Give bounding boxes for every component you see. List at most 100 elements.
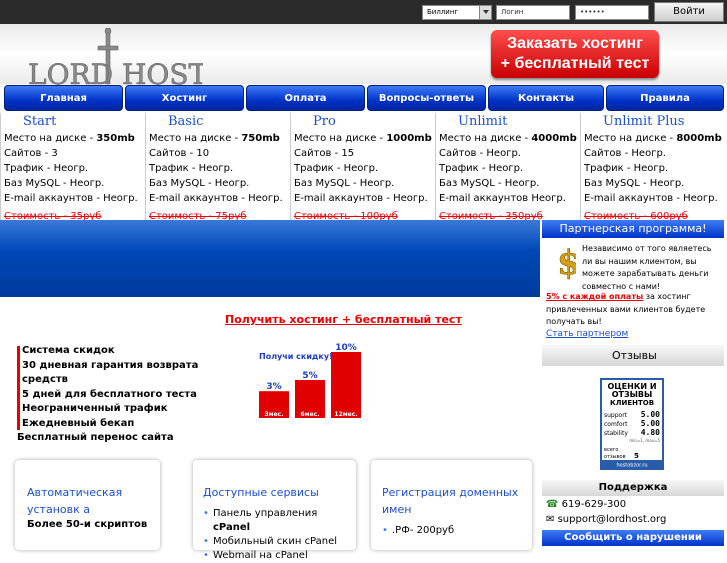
plan-name: Start: [23, 114, 57, 129]
plan-mysql: Баз MySQL - Неогр.: [4, 178, 105, 189]
order-banner-line2: + бесплатный тест: [500, 55, 650, 72]
password-input[interactable]: ••••••: [575, 5, 649, 20]
autoinstall-line: Более 50-и скриптов: [27, 519, 148, 530]
badge-comfort-value: 5.00: [641, 419, 660, 428]
feature-item: Ежедневный бекап: [22, 417, 135, 429]
autoinstall-title: Автоматическая установк а: [27, 486, 123, 516]
badge-comfort-label: comfort: [604, 421, 628, 428]
plan-mysql: Баз MySQL - Неогр.: [584, 178, 685, 189]
password-mask: ••••••: [580, 8, 605, 16]
get-hosting-link[interactable]: Получить хостинг + бесплатный тест: [225, 313, 462, 326]
feature-item: Система скидок: [22, 345, 115, 356]
badge-title-2: ОТЗЫВЫ: [612, 390, 653, 399]
chart-value-label: 10%: [335, 343, 357, 353]
badge-support-label: support: [604, 412, 628, 419]
top-bar: Биллинг Логин •••••• Войти: [0, 0, 727, 24]
plan-disk: Место на диске - 8000mb: [584, 133, 722, 144]
plan-start[interactable]: Start Место на диске - 350mb Сайтов - 3 …: [0, 113, 145, 220]
login-placeholder: Логин: [501, 8, 524, 16]
features-accent-bar: [17, 346, 20, 430]
plan-unlimit[interactable]: Unlimit Место на диске - 4000mb Сайтов -…: [435, 113, 580, 220]
svg-text:$: $: [557, 244, 576, 280]
nav-item-contacts[interactable]: Контакты: [488, 85, 604, 111]
plan-unlimit-plus[interactable]: Unlimit Plus Место на диске - 8000mb Сай…: [580, 113, 727, 220]
nav-item-payment[interactable]: Оплата: [246, 85, 365, 111]
badge-scale: min=1, max=5: [629, 438, 660, 443]
partner-description: Независимо от того являетесь ли вы нашим…: [582, 244, 712, 291]
plan-price: Стоимость - 600руб: [584, 211, 688, 220]
chart-category-label: 6мес.: [301, 411, 320, 418]
plan-traffic: Трафик - Неогр.: [294, 163, 379, 174]
chart-title: Получи скидку!: [259, 352, 333, 361]
services-list: Панель управления cPanel Мобильный скин …: [203, 507, 356, 563]
billing-select[interactable]: Биллинг: [422, 5, 492, 20]
chevron-down-icon[interactable]: [479, 6, 491, 19]
badge-footer: hostobzor.ru: [616, 463, 647, 469]
plan-price: Стоимость - 75руб: [149, 211, 247, 220]
plan-sites: Сайтов - Неогр.: [584, 148, 666, 159]
plan-email: E-mail аккаунтов Неогр.: [439, 193, 566, 204]
service-item[interactable]: Webmail на cPanel: [203, 549, 356, 563]
plan-name: Unlimit: [458, 114, 508, 129]
plan-traffic: Трафик - Неогр.: [4, 163, 89, 174]
badge-stability-value: 4.80: [641, 428, 660, 437]
plan-email: E-mail аккаунтов - Неогр.: [149, 193, 283, 204]
reviews-title: Отзывы: [542, 345, 724, 366]
badge-count-value: 5: [634, 452, 639, 460]
service-item[interactable]: Панель управления cPanel: [203, 507, 356, 535]
badge-count-label: всего: [604, 447, 618, 453]
badge-stability-label: stability: [604, 430, 628, 437]
service-item[interactable]: Мобильный скин cPanel: [203, 535, 356, 549]
logo-text: LORD HOST: [28, 58, 203, 88]
services-box[interactable]: Доступные сервисы Панель управления cPan…: [193, 460, 356, 563]
main-nav: Главная Хостинг Оплата Вопросы-ответы Ко…: [4, 85, 724, 111]
domain-item[interactable]: .РФ- 200руб: [382, 524, 532, 538]
chart-value-label: 3%: [266, 382, 281, 392]
plan-pro[interactable]: Pro Место на диске - 1000mb Сайтов - 15 …: [290, 113, 435, 220]
plan-traffic: Трафик - Неогр.: [584, 163, 669, 174]
feature-item: 5 дней для бесплатного теста: [22, 388, 197, 400]
plan-sites: Сайтов - 10: [149, 148, 210, 159]
nav-item-rules[interactable]: Правила: [606, 85, 724, 111]
domains-title: Регистрация доменных имен: [382, 486, 519, 516]
features-list: Система скидок 30 дневная гарантия возвр…: [17, 344, 202, 446]
become-partner-link[interactable]: Стать партнером: [546, 329, 628, 339]
autoinstall-box[interactable]: Автоматическая установк а Более 50-и скр…: [15, 460, 160, 550]
support-phone: ☎ 619-629-300: [546, 499, 627, 510]
plan-traffic: Трафик - Неогр.: [439, 163, 524, 174]
plan-price: Стоимость - 100руб: [294, 211, 398, 220]
partner-commission[interactable]: 5% с каждой оплаты: [546, 292, 643, 301]
login-input[interactable]: Логин: [496, 5, 570, 20]
badge-title-3: КЛИЕНТОВ: [610, 399, 654, 407]
plan-traffic: Трафик - Неогр.: [149, 163, 234, 174]
plan-email: E-mail аккаунтов - Неогр.: [294, 193, 428, 204]
plan-price: Стоимость - 35руб: [4, 211, 102, 220]
support-email[interactable]: ✉ support@lordhost.org: [546, 513, 666, 527]
phone-icon: ☎: [546, 499, 559, 510]
login-button[interactable]: Войти: [654, 2, 724, 22]
dollar-icon: $: [557, 244, 576, 280]
plan-email: E-mail аккаунтов - Неогр.: [584, 193, 718, 204]
plan-mysql: Баз MySQL - Неогр.: [149, 178, 250, 189]
chart-category-label: 3мес.: [265, 411, 284, 418]
plan-disk: Место на диске - 1000mb: [294, 133, 432, 144]
reviews-rating-badge[interactable]: ОЦЕНКИ И ОТЗЫВЫ КЛИЕНТОВ support 5.00 co…: [600, 378, 664, 470]
chart-bar: [331, 352, 361, 418]
plan-name: Pro: [313, 114, 336, 129]
partner-terms: 5% с каждой оплаты за хостинг привлеченн…: [546, 292, 706, 326]
plans-table: Start Место на диске - 350mb Сайтов - 3 …: [0, 113, 727, 220]
order-banner-line1: Заказать хостинг: [507, 35, 643, 52]
plan-basic[interactable]: Basic Место на диске - 750mb Сайтов - 10…: [145, 113, 290, 220]
domains-box[interactable]: Регистрация доменных имен .РФ- 200руб: [371, 460, 532, 550]
nav-item-faq[interactable]: Вопросы-ответы: [367, 85, 486, 111]
promo-banner: [0, 220, 540, 297]
partner-program-title: Партнерская программа!: [542, 220, 724, 238]
chart-category-label: 12мес.: [334, 411, 357, 418]
report-abuse-title[interactable]: Сообщить о нарушении: [542, 530, 724, 546]
nav-item-home[interactable]: Главная: [4, 85, 123, 111]
order-hosting-banner[interactable]: Заказать хостинг + бесплатный тест: [491, 30, 659, 78]
lordhost-logo[interactable]: LORD HOST: [28, 28, 203, 88]
plan-mysql: Баз MySQL - Неогр.: [439, 178, 540, 189]
nav-item-hosting[interactable]: Хостинг: [125, 85, 244, 111]
domains-list: .РФ- 200руб: [382, 524, 532, 538]
